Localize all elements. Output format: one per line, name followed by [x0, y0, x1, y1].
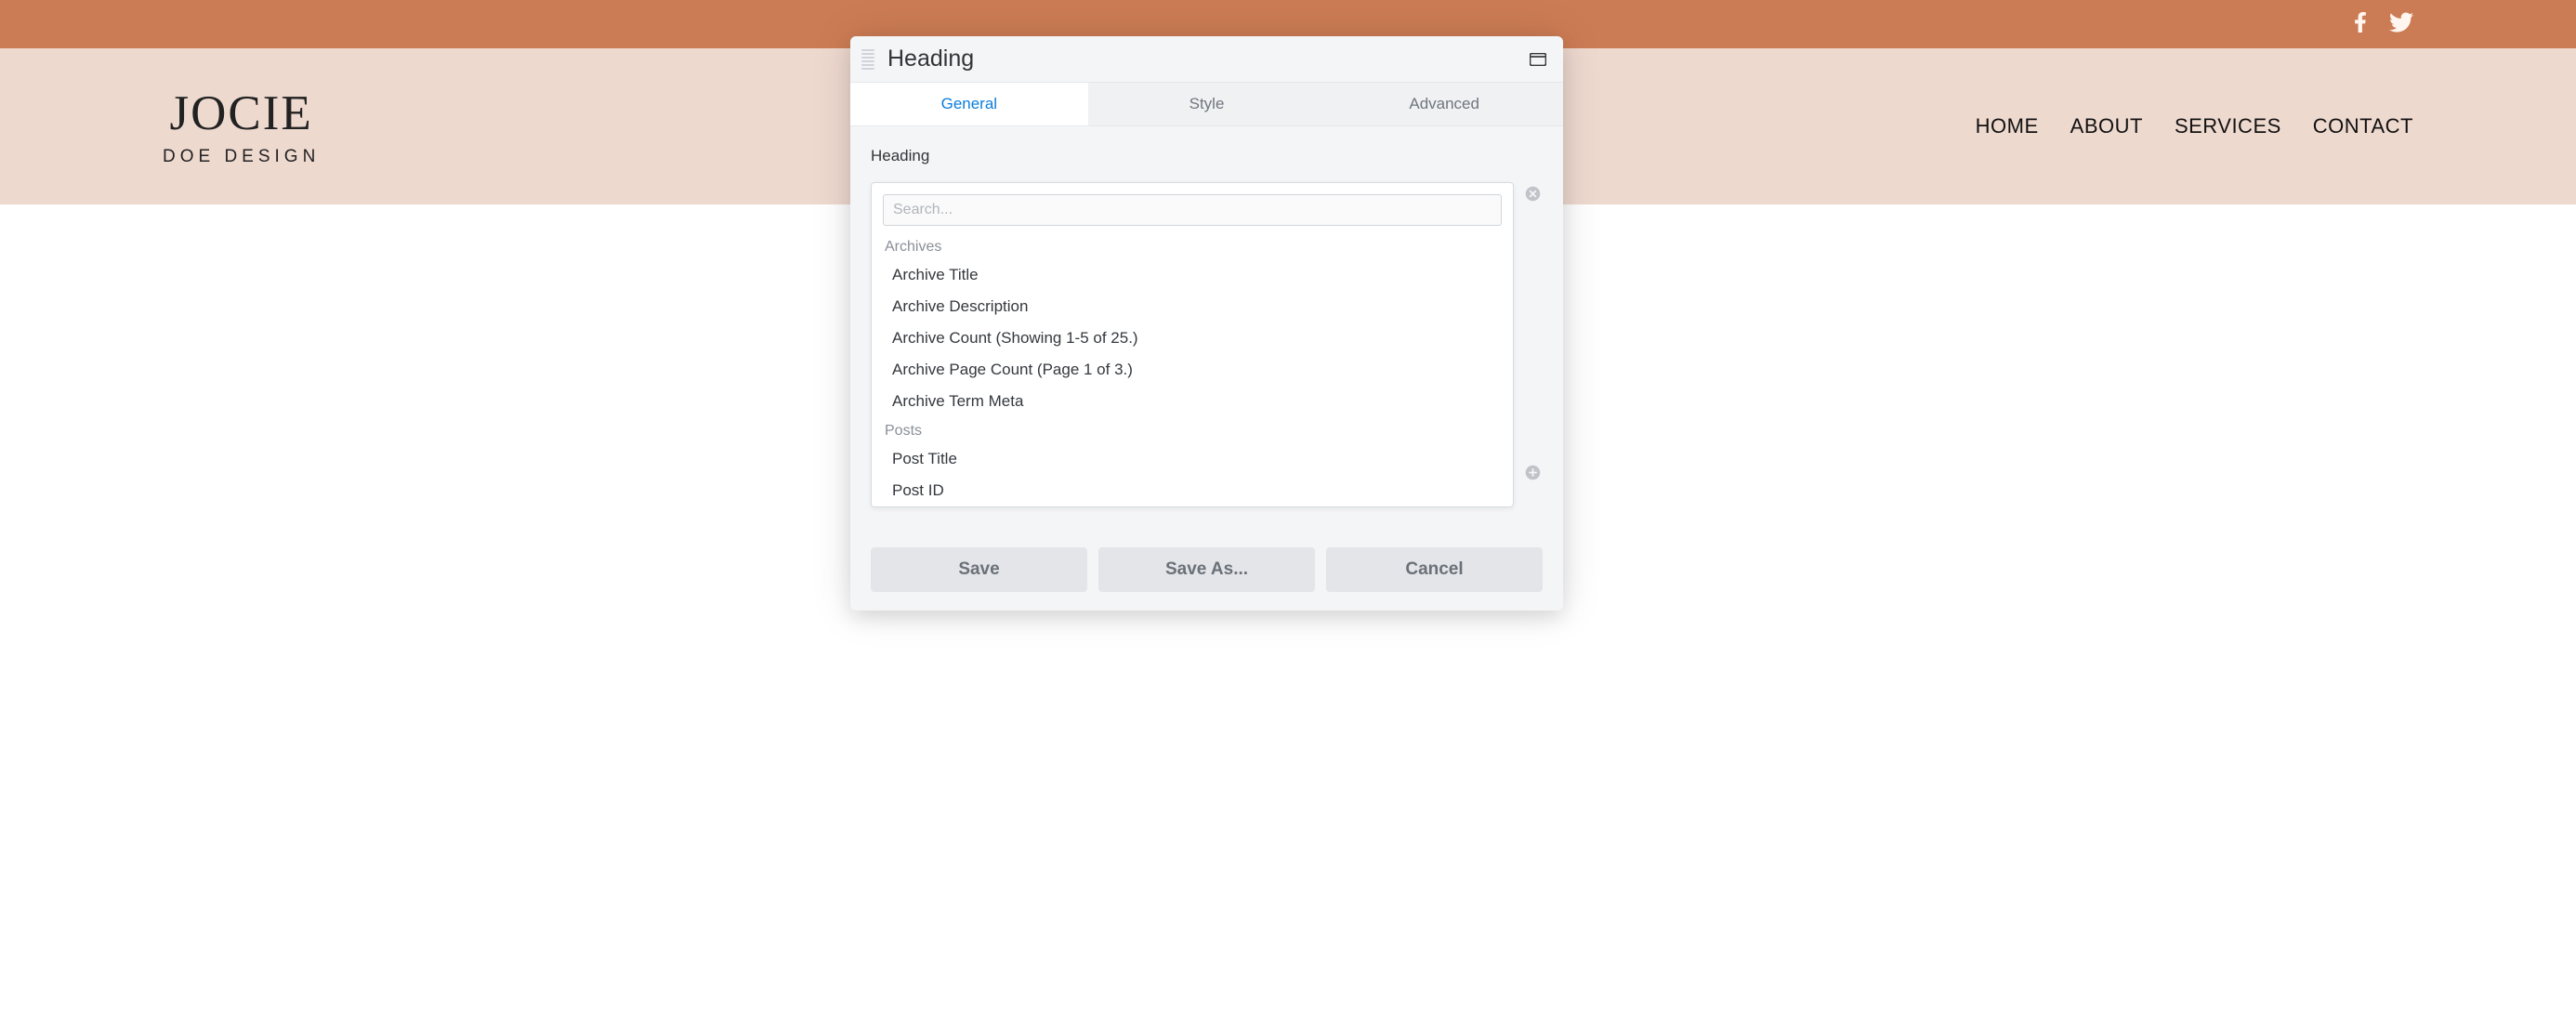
heading-section-label: Heading	[871, 147, 1543, 165]
option-archive-term-meta[interactable]: Archive Term Meta	[872, 386, 1513, 417]
nav-home[interactable]: HOME	[1976, 114, 2039, 138]
option-archive-title[interactable]: Archive Title	[872, 259, 1513, 291]
brand-title: JOCIE	[170, 85, 313, 141]
option-archive-page-count[interactable]: Archive Page Count (Page 1 of 3.)	[872, 354, 1513, 386]
tab-advanced[interactable]: Advanced	[1325, 83, 1563, 125]
option-archive-count[interactable]: Archive Count (Showing 1-5 of 25.)	[872, 322, 1513, 354]
option-post-id[interactable]: Post ID	[872, 475, 1513, 506]
brand-subtitle: DOE DESIGN	[163, 147, 320, 167]
option-archive-description[interactable]: Archive Description	[872, 291, 1513, 322]
search-input[interactable]	[883, 194, 1502, 226]
clear-icon[interactable]	[1525, 186, 1541, 206]
option-post-title[interactable]: Post Title	[872, 443, 1513, 475]
dropdown-search-wrap	[872, 183, 1513, 233]
heading-settings-panel: Heading General Style Advanced Heading A…	[850, 36, 1563, 611]
panel-body: Heading Archives Archive Title Archive D…	[850, 126, 1563, 533]
facebook-icon[interactable]	[2350, 12, 2371, 37]
panel-title: Heading	[887, 46, 1517, 72]
panel-titlebar[interactable]: Heading	[850, 36, 1563, 83]
cancel-button[interactable]: Cancel	[1326, 547, 1543, 592]
brand: JOCIE DOE DESIGN	[163, 85, 320, 167]
save-as-button[interactable]: Save As...	[1098, 547, 1315, 592]
nav-contact[interactable]: CONTACT	[2313, 114, 2413, 138]
group-posts-label: Posts	[872, 417, 1513, 443]
save-button[interactable]: Save	[871, 547, 1087, 592]
responsive-toggle-icon[interactable]	[1530, 53, 1546, 66]
panel-tabs: General Style Advanced	[850, 83, 1563, 126]
twitter-icon[interactable]	[2389, 10, 2413, 39]
primary-nav: HOME ABOUT SERVICES CONTACT	[1976, 114, 2413, 138]
heading-source-dropdown: Archives Archive Title Archive Descripti…	[871, 182, 1514, 507]
drag-handle-icon[interactable]	[861, 49, 874, 70]
nav-about[interactable]: ABOUT	[2070, 114, 2143, 138]
panel-footer: Save Save As... Cancel	[850, 533, 1563, 611]
tab-style[interactable]: Style	[1088, 83, 1326, 125]
group-archives-label: Archives	[872, 233, 1513, 259]
tab-general[interactable]: General	[850, 83, 1088, 125]
add-icon[interactable]	[1525, 465, 1541, 485]
nav-services[interactable]: SERVICES	[2175, 114, 2281, 138]
